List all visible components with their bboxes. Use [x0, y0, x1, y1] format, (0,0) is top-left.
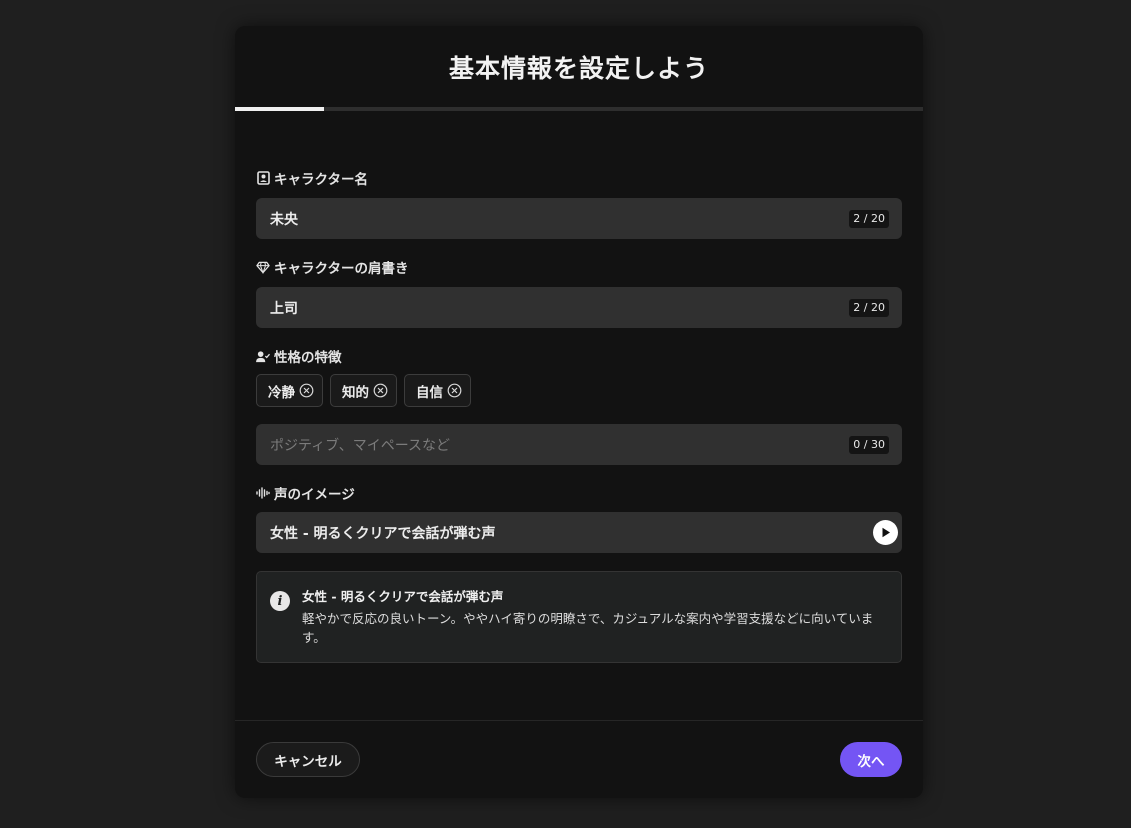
personality-input[interactable]: ポジティブ、マイペースなど 0 / 30 — [256, 424, 902, 465]
character-title-input[interactable]: 上司 2 / 20 — [256, 287, 902, 328]
info-title: 女性 - 明るくクリアで会話が弾む声 — [302, 589, 504, 604]
modal-header: 基本情報を設定しよう — [235, 26, 923, 107]
voice-label-text: 声のイメージ — [274, 487, 355, 503]
remove-tag-icon[interactable] — [373, 383, 388, 398]
personality-tag: 自信 — [404, 374, 471, 407]
character-title-value: 上司 — [270, 300, 298, 317]
modal-title: 基本情報を設定しよう — [448, 53, 709, 83]
personality-tag: 知的 — [330, 374, 397, 407]
user-check-icon — [256, 349, 270, 363]
personality-label-text: 性格の特徴 — [274, 350, 342, 366]
next-button[interactable]: 次へ — [840, 742, 902, 777]
personality-tag: 冷静 — [256, 374, 323, 407]
tag-label: 冷静 — [268, 384, 295, 401]
character-name-label-text: キャラクター名 — [274, 172, 368, 188]
footer-divider — [235, 720, 923, 721]
voice-value: 女性 - 明るくクリアで会話が弾む声 — [270, 525, 496, 542]
remove-tag-icon[interactable] — [299, 383, 314, 398]
character-title-counter: 2 / 20 — [849, 299, 889, 317]
play-icon[interactable] — [873, 520, 898, 545]
form-content: キャラクター名 未央 2 / 20 キャラクターの肩書き 上司 2 / 20 性… — [256, 111, 902, 663]
tag-label: 知的 — [342, 384, 369, 401]
tag-label: 自信 — [416, 384, 443, 401]
character-name-counter: 2 / 20 — [849, 210, 889, 228]
personality-label: 性格の特徴 — [256, 346, 902, 366]
info-description: 軽やかで反応の良いトーン。ややハイ寄りの明瞭さで、カジュアルな案内や学習支援など… — [302, 611, 874, 645]
character-name-label: キャラクター名 — [256, 168, 902, 188]
character-title-label: キャラクターの肩書き — [256, 257, 902, 277]
voice-select[interactable]: 女性 - 明るくクリアで会話が弾む声 — [256, 512, 902, 553]
setup-modal: 基本情報を設定しよう キャラクター名 未央 2 / 20 キャラクターの肩書き … — [235, 26, 923, 798]
diamond-icon — [256, 260, 270, 274]
personality-tags: 冷静 知的 自信 — [256, 374, 902, 407]
remove-tag-icon[interactable] — [447, 383, 462, 398]
character-name-input[interactable]: 未央 2 / 20 — [256, 198, 902, 239]
character-name-value: 未央 — [270, 211, 298, 228]
waveform-icon — [256, 486, 270, 500]
cancel-button[interactable]: キャンセル — [256, 742, 360, 777]
personality-counter: 0 / 30 — [849, 436, 889, 454]
voice-label: 声のイメージ — [256, 483, 902, 503]
id-card-icon — [256, 171, 270, 185]
voice-info-box: i 女性 - 明るくクリアで会話が弾む声 軽やかで反応の良いトーン。ややハイ寄り… — [256, 571, 902, 663]
character-title-label-text: キャラクターの肩書き — [274, 261, 409, 277]
personality-placeholder: ポジティブ、マイペースなど — [270, 437, 451, 454]
info-icon: i — [270, 591, 290, 611]
